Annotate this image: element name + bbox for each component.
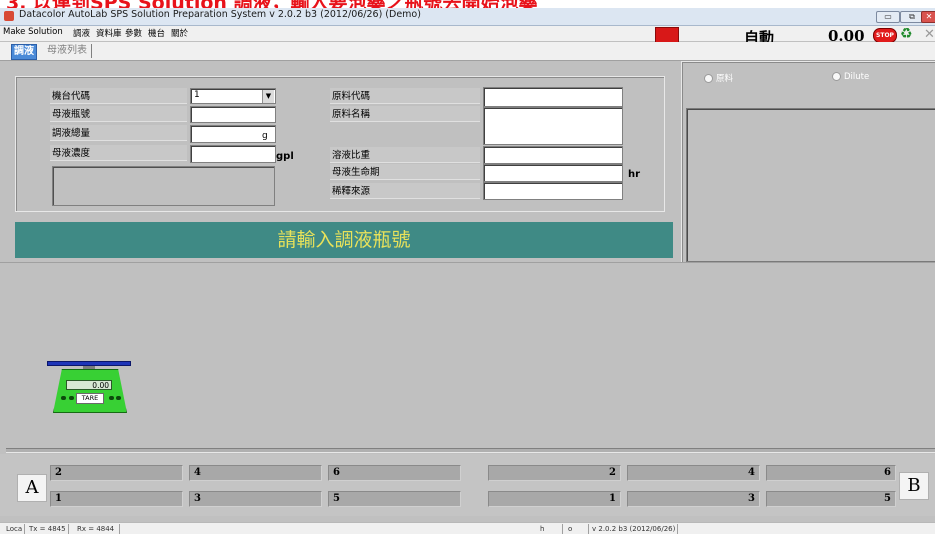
alarm-flag-icon[interactable] bbox=[655, 27, 679, 43]
tab-mix[interactable]: 調液 bbox=[11, 44, 37, 60]
status-bar: Loca Tx = 4845 Rx = 4844 h o v 2.0.2 b3 … bbox=[0, 522, 935, 534]
station-b-slot-5[interactable]: 5 bbox=[766, 491, 896, 507]
material-name-field[interactable] bbox=[483, 107, 623, 145]
radio-dot-icon bbox=[704, 74, 713, 83]
menu-machine[interactable]: 機台 bbox=[148, 27, 165, 39]
total-weight-label: 調液總量 bbox=[52, 128, 91, 139]
station-a-slot-1[interactable]: 1 bbox=[50, 491, 183, 507]
concentration-unit: gpl bbox=[276, 151, 294, 162]
banner-text: 3. 以連到SPS Solution 調液，輸入要泡藥之瓶號去開始泡藥 bbox=[6, 0, 538, 8]
station-a-slot-4[interactable]: 4 bbox=[189, 465, 322, 481]
radio-dot-icon bbox=[832, 72, 841, 81]
dilution-source-label: 稀釋來源 bbox=[332, 186, 371, 197]
tare-button[interactable]: TARE bbox=[76, 393, 104, 404]
info-box bbox=[52, 166, 275, 206]
machine-code-select[interactable]: 1 ▼ bbox=[190, 88, 276, 104]
chevron-down-icon: ▼ bbox=[262, 90, 274, 103]
solution-form-panel: 機台代碼 1 ▼ 母液瓶號 調液總量 g 母液濃度 gpl 原料代碼 原料名稱 … bbox=[15, 76, 665, 212]
source-list bbox=[686, 108, 935, 262]
menu-database[interactable]: 資料庫 bbox=[96, 27, 122, 39]
radio-dilute[interactable]: Dilute bbox=[832, 72, 869, 82]
station-b-slot-4[interactable]: 4 bbox=[627, 465, 760, 481]
menu-parameters[interactable]: 參數 bbox=[125, 27, 142, 39]
divider bbox=[0, 262, 935, 263]
station-a-slot-5[interactable]: 5 bbox=[328, 491, 461, 507]
shelf-life-field[interactable] bbox=[483, 164, 623, 182]
shelf-life-unit: hr bbox=[628, 169, 641, 180]
shelf-life-label: 母液生命期 bbox=[332, 167, 380, 178]
tab-bar: 調液 母液列表 bbox=[0, 42, 935, 61]
stock-bottle-input[interactable] bbox=[190, 106, 276, 123]
menu-bar: Make Solution 調液 資料庫 參數 機台 關於 bbox=[0, 26, 935, 41]
app-icon bbox=[4, 11, 14, 21]
scale-icon[interactable]: 0.00 TARE bbox=[47, 361, 131, 413]
menu-mix[interactable]: 調液 bbox=[73, 27, 90, 39]
station-a-button[interactable]: A bbox=[17, 474, 47, 502]
material-code-label: 原料代碼 bbox=[332, 91, 371, 102]
stop-button[interactable]: STOP bbox=[873, 28, 897, 43]
station-b-slot-2[interactable]: 2 bbox=[488, 465, 621, 481]
tab-stock-list[interactable]: 母液列表 bbox=[45, 44, 92, 58]
station-a-slot-6[interactable]: 6 bbox=[328, 465, 461, 481]
station-b-slot-3[interactable]: 3 bbox=[627, 491, 760, 507]
station-a-slot-2[interactable]: 2 bbox=[50, 465, 183, 481]
scale-reading: 0.00 bbox=[66, 380, 112, 390]
dilution-source-field[interactable] bbox=[483, 182, 623, 200]
window-title: Datacolor AutoLab SPS Solution Preparati… bbox=[19, 9, 421, 20]
refresh-icon[interactable]: ♻ bbox=[900, 26, 913, 42]
close-window-button[interactable]: ✕ bbox=[921, 11, 935, 23]
prompt-banner: 請輸入調液瓶號 bbox=[15, 222, 673, 258]
menu-make-solution[interactable]: Make Solution bbox=[3, 27, 63, 37]
solvent-density-field[interactable] bbox=[483, 146, 623, 164]
minimize-button[interactable]: ▭ bbox=[876, 11, 900, 23]
station-b-slot-6[interactable]: 6 bbox=[766, 465, 896, 481]
station-b-slot-1[interactable]: 1 bbox=[488, 491, 621, 507]
station-b-button[interactable]: B bbox=[899, 472, 929, 500]
material-name-label: 原料名稱 bbox=[332, 109, 371, 120]
instruction-banner: 3. 以連到SPS Solution 調液，輸入要泡藥之瓶號去開始泡藥 bbox=[0, 0, 935, 8]
radio-material[interactable]: 原料 bbox=[704, 72, 733, 84]
cancel-icon[interactable]: ✕ bbox=[924, 27, 935, 42]
panel-separator bbox=[6, 448, 935, 453]
station-a-slot-3[interactable]: 3 bbox=[189, 491, 322, 507]
title-bar: Datacolor AutoLab SPS Solution Preparati… bbox=[0, 8, 935, 26]
solvent-density-label: 溶液比重 bbox=[332, 150, 371, 161]
station-bar: A B 2 4 6 1 3 5 2 4 6 1 3 5 bbox=[0, 454, 935, 516]
concentration-input[interactable] bbox=[190, 145, 276, 163]
total-weight-unit: g bbox=[262, 131, 268, 141]
menu-about[interactable]: 關於 bbox=[171, 27, 188, 39]
stock-bottle-label: 母液瓶號 bbox=[52, 109, 91, 120]
source-panel: 原料 Dilute bbox=[681, 61, 935, 263]
concentration-label: 母液濃度 bbox=[52, 148, 91, 159]
machine-code-label: 機台代碼 bbox=[52, 91, 91, 102]
material-code-field[interactable] bbox=[483, 87, 623, 107]
